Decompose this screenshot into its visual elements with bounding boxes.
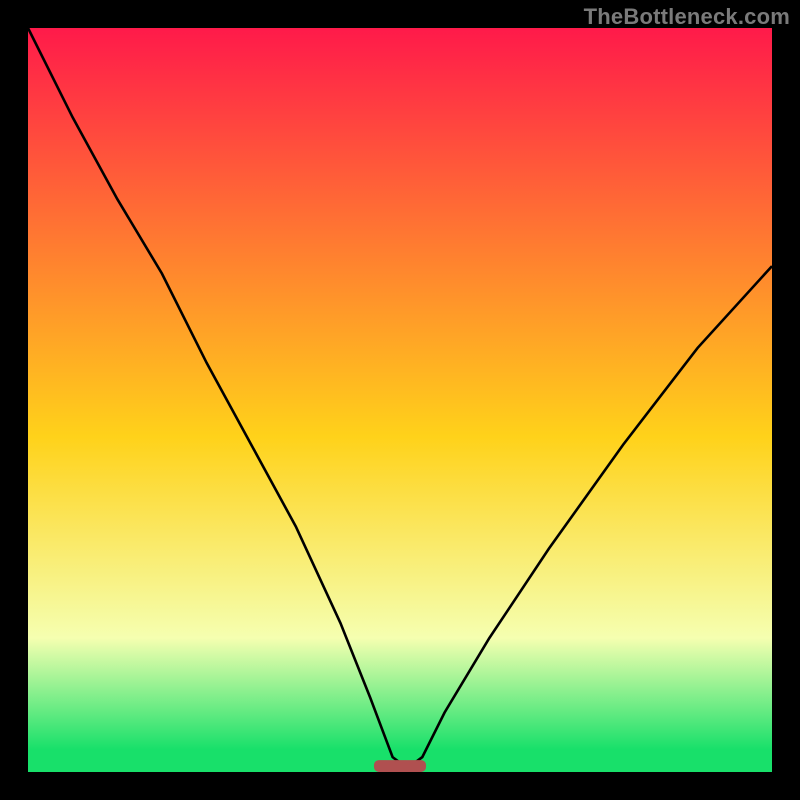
plot-background	[28, 28, 772, 772]
watermark-text: TheBottleneck.com	[584, 4, 790, 30]
chart-frame: TheBottleneck.com	[0, 0, 800, 800]
optimal-marker	[374, 760, 426, 772]
bottleneck-chart	[0, 0, 800, 800]
